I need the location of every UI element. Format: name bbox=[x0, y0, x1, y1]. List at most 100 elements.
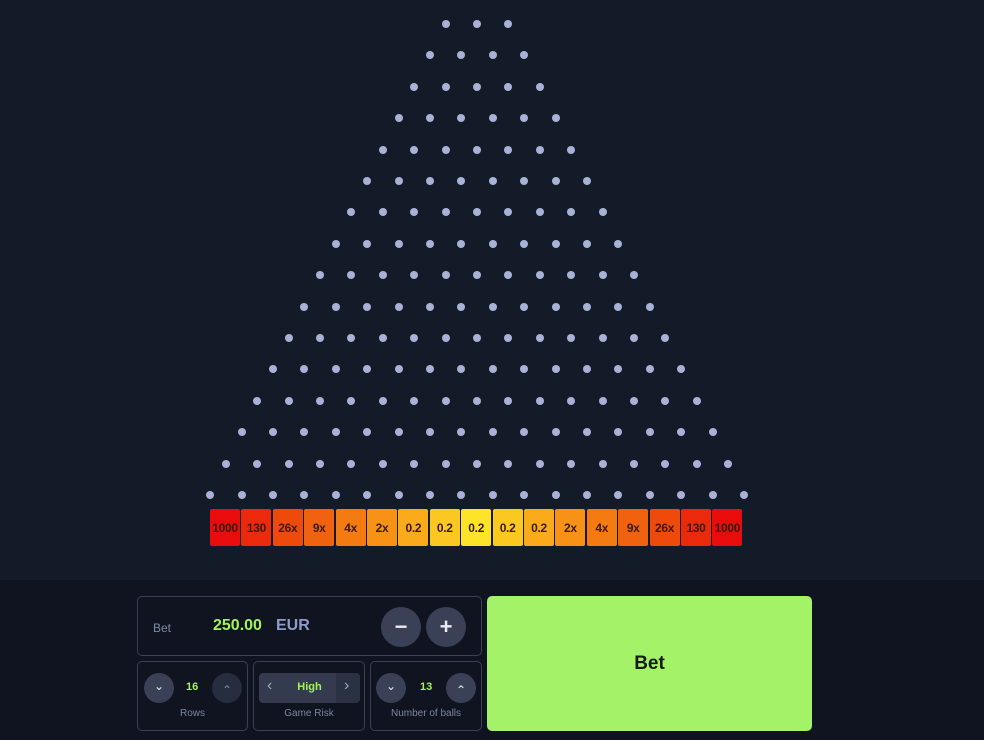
peg bbox=[504, 20, 513, 28]
peg bbox=[221, 459, 230, 468]
multiplier-slot: 130 bbox=[681, 509, 711, 546]
peg bbox=[614, 365, 623, 374]
peg bbox=[331, 491, 340, 499]
peg bbox=[394, 177, 403, 185]
peg bbox=[677, 491, 686, 499]
peg bbox=[692, 459, 701, 468]
multiplier-slot: 0.2 bbox=[492, 509, 523, 546]
multiplier-slot: 0.2 bbox=[398, 509, 429, 546]
decrease-bet-button[interactable]: − bbox=[381, 607, 421, 647]
bet-amount-value[interactable]: 250.00 bbox=[213, 617, 262, 635]
rows-decrease-button[interactable]: ⌄ bbox=[144, 673, 174, 703]
multiplier-slot: 2x bbox=[367, 509, 397, 546]
multiplier-slot: 0.2 bbox=[429, 509, 460, 546]
balls-value: 13 bbox=[420, 681, 433, 693]
peg bbox=[425, 365, 434, 374]
peg bbox=[331, 239, 340, 248]
peg bbox=[504, 271, 513, 280]
peg bbox=[598, 334, 607, 342]
peg bbox=[378, 396, 387, 405]
peg bbox=[535, 396, 544, 405]
game-risk-label: Game Risk bbox=[284, 708, 334, 719]
multiplier-slot: 1000 bbox=[712, 509, 743, 546]
peg bbox=[410, 208, 419, 217]
peg bbox=[473, 145, 481, 154]
peg bbox=[410, 334, 419, 342]
peg bbox=[708, 428, 717, 437]
peg bbox=[457, 491, 466, 499]
peg bbox=[441, 20, 450, 28]
peg bbox=[551, 302, 560, 311]
bet-label: Bet bbox=[153, 621, 172, 635]
balls-increase-button[interactable]: ⌃ bbox=[446, 673, 476, 703]
peg bbox=[284, 459, 293, 468]
peg bbox=[394, 114, 403, 123]
multiplier-slot: 2x bbox=[555, 509, 586, 546]
peg bbox=[535, 145, 544, 154]
peg bbox=[535, 334, 544, 342]
risk-next-area[interactable]: › bbox=[336, 673, 360, 703]
peg bbox=[394, 239, 403, 248]
peg bbox=[300, 302, 309, 311]
peg bbox=[363, 177, 372, 185]
peg bbox=[300, 491, 309, 499]
balls-decrease-button[interactable]: ⌄ bbox=[376, 673, 406, 703]
risk-selector[interactable]: ‹ High › bbox=[259, 673, 360, 703]
peg bbox=[410, 145, 419, 154]
chevron-down-icon: ⌄ bbox=[153, 679, 165, 693]
balls-control: ⌄ 13 ⌃ Number of balls bbox=[370, 661, 482, 731]
peg bbox=[488, 302, 497, 311]
control-panel: Bet 250.00 EUR − + ⌄ 16 ⌃ Rows ‹ High › … bbox=[0, 580, 984, 740]
multiplier-slot: 26x bbox=[272, 509, 303, 546]
peg bbox=[237, 428, 246, 437]
peg bbox=[441, 334, 450, 342]
peg bbox=[520, 177, 529, 185]
plus-icon: + bbox=[439, 614, 453, 639]
peg bbox=[567, 145, 576, 154]
peg bbox=[739, 491, 748, 499]
peg bbox=[630, 396, 638, 405]
peg bbox=[394, 428, 403, 437]
balls-label: Number of balls bbox=[390, 708, 462, 719]
peg bbox=[614, 302, 623, 311]
peg bbox=[520, 428, 529, 437]
peg bbox=[316, 334, 324, 342]
peg bbox=[582, 491, 591, 499]
peg bbox=[661, 334, 670, 342]
peg bbox=[520, 114, 529, 123]
chevron-right-icon[interactable]: › bbox=[344, 677, 349, 695]
peg bbox=[331, 365, 340, 374]
peg bbox=[473, 459, 481, 468]
peg bbox=[598, 459, 607, 468]
peg bbox=[284, 396, 293, 405]
peg bbox=[300, 428, 309, 437]
chevron-down-icon: ⌄ bbox=[385, 679, 397, 693]
peg bbox=[551, 114, 560, 123]
rows-increase-button[interactable]: ⌃ bbox=[212, 673, 242, 703]
peg bbox=[425, 239, 434, 248]
peg bbox=[535, 459, 544, 468]
game-risk-control: ‹ High › Game Risk bbox=[253, 661, 365, 731]
multiplier-slot: 9x bbox=[304, 509, 335, 546]
peg bbox=[582, 365, 591, 374]
plinko-board: 1000 130 26x 9x 4x 2x 0.2 0.2 0.2 0.2 0.2 2x 4x 9x 26x… bbox=[0, 0, 984, 580]
bet-amount-box: Bet 250.00 EUR − + bbox=[137, 596, 482, 656]
chevron-up-icon: ⌃ bbox=[221, 683, 233, 697]
peg bbox=[347, 396, 356, 405]
peg bbox=[520, 491, 529, 499]
peg bbox=[582, 177, 591, 185]
peg bbox=[614, 491, 623, 499]
peg bbox=[457, 365, 466, 374]
peg bbox=[551, 177, 560, 185]
multiplier-slot: 130 bbox=[241, 509, 272, 546]
peg bbox=[551, 239, 560, 248]
peg bbox=[645, 491, 654, 499]
peg bbox=[598, 208, 607, 217]
peg bbox=[488, 365, 497, 374]
peg bbox=[692, 396, 701, 405]
bet-button[interactable]: Bet bbox=[487, 596, 812, 731]
increase-bet-button[interactable]: + bbox=[426, 607, 466, 647]
peg bbox=[520, 239, 529, 248]
peg bbox=[378, 271, 387, 280]
peg bbox=[394, 365, 403, 374]
